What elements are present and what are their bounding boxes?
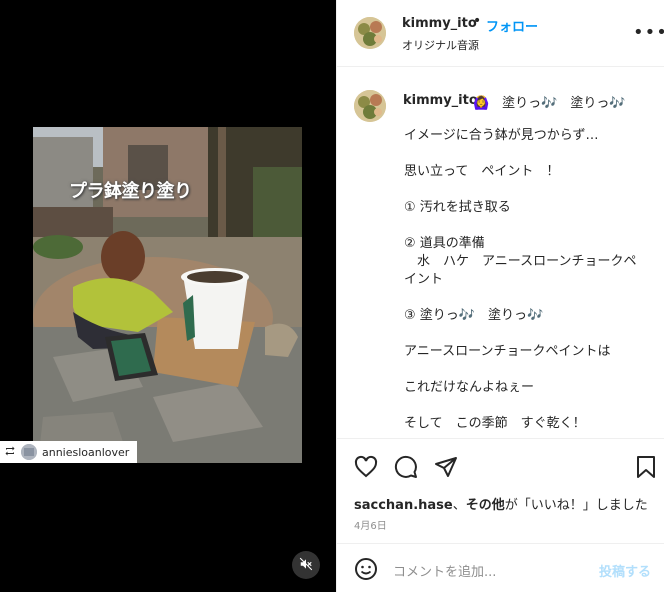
caption-line: 思い立って ペイント ！ — [404, 164, 560, 179]
likes-others[interactable]: その他 — [466, 498, 505, 513]
likes-suffix: が「いいね！」しました — [504, 498, 648, 513]
mute-button[interactable] — [292, 551, 320, 579]
post-sidebar: kimmy_ito • フォロー オリジナル音源 ••• kimmy_ito 🙆… — [336, 0, 664, 592]
more-options-icon[interactable]: ••• — [633, 22, 664, 43]
likes-sep: 、 — [452, 498, 466, 513]
caption-avatar[interactable] — [354, 90, 386, 122]
post-comment-button[interactable]: 投稿する — [599, 561, 651, 580]
liker-username[interactable]: sacchan.hase — [354, 498, 453, 513]
action-bar: sacchan.hase、その他が「いいね！」しました 4月6日 — [337, 438, 664, 543]
caption-line: イメージに合う鉢が見つからず… — [404, 128, 599, 143]
repost-username: anniesloanlover — [42, 445, 130, 459]
author-avatar[interactable] — [354, 17, 386, 49]
caption-line: アニースローンチョークペイントは — [404, 344, 611, 359]
repost-tag[interactable]: anniesloanlover — [0, 441, 137, 463]
likes-summary[interactable]: sacchan.hase、その他が「いいね！」しました — [354, 494, 648, 513]
speaker-muted-icon — [299, 556, 313, 575]
video-pane[interactable]: プラ鉢塗り塗り anniesloanlover — [0, 0, 336, 592]
caption-line: ② 道具の準備 — [404, 236, 485, 251]
heart-icon[interactable] — [354, 455, 378, 483]
emoji-icon[interactable] — [354, 557, 378, 585]
comment-input[interactable]: コメントを追加... — [393, 561, 496, 580]
separator-dot: • — [473, 13, 482, 29]
caption-line: ① 汚れを拭き取る — [404, 200, 511, 215]
repost-icon — [4, 445, 16, 460]
post-header: kimmy_ito • フォロー オリジナル音源 ••• — [337, 0, 664, 67]
caption-username[interactable]: kimmy_ito — [403, 93, 478, 108]
share-icon[interactable] — [434, 455, 458, 483]
caption-line: イント — [404, 272, 444, 287]
caption-line: これだけなんよねぇー — [404, 380, 535, 395]
caption-line: ③ 塗りっ🎶 塗りっ🎶 — [404, 308, 544, 323]
comment-icon[interactable] — [394, 455, 418, 483]
caption-line: 水 ハケ アニースローンチョークペ — [404, 254, 637, 269]
caption-line: そして この季節 すぐ乾く！ — [404, 416, 586, 431]
author-username[interactable]: kimmy_ito — [402, 16, 477, 31]
video-overlay-text: プラ鉢塗り塗り — [69, 181, 192, 202]
audio-label[interactable]: オリジナル音源 — [402, 37, 479, 53]
follow-button[interactable]: フォロー — [486, 16, 538, 35]
repost-avatar — [21, 444, 37, 460]
bookmark-icon[interactable] — [635, 455, 657, 483]
caption-area: kimmy_ito 🙆‍♀️ 塗りっ🎶 塗りっ🎶 イメージに合う鉢が見つからず…… — [337, 68, 664, 438]
comment-bar: コメントを追加... 投稿する — [337, 543, 664, 592]
caption-first-line: 🙆‍♀️ 塗りっ🎶 塗りっ🎶 — [473, 96, 626, 111]
video-frame[interactable]: プラ鉢塗り塗り — [33, 127, 302, 463]
post-date[interactable]: 4月6日 — [354, 517, 387, 532]
